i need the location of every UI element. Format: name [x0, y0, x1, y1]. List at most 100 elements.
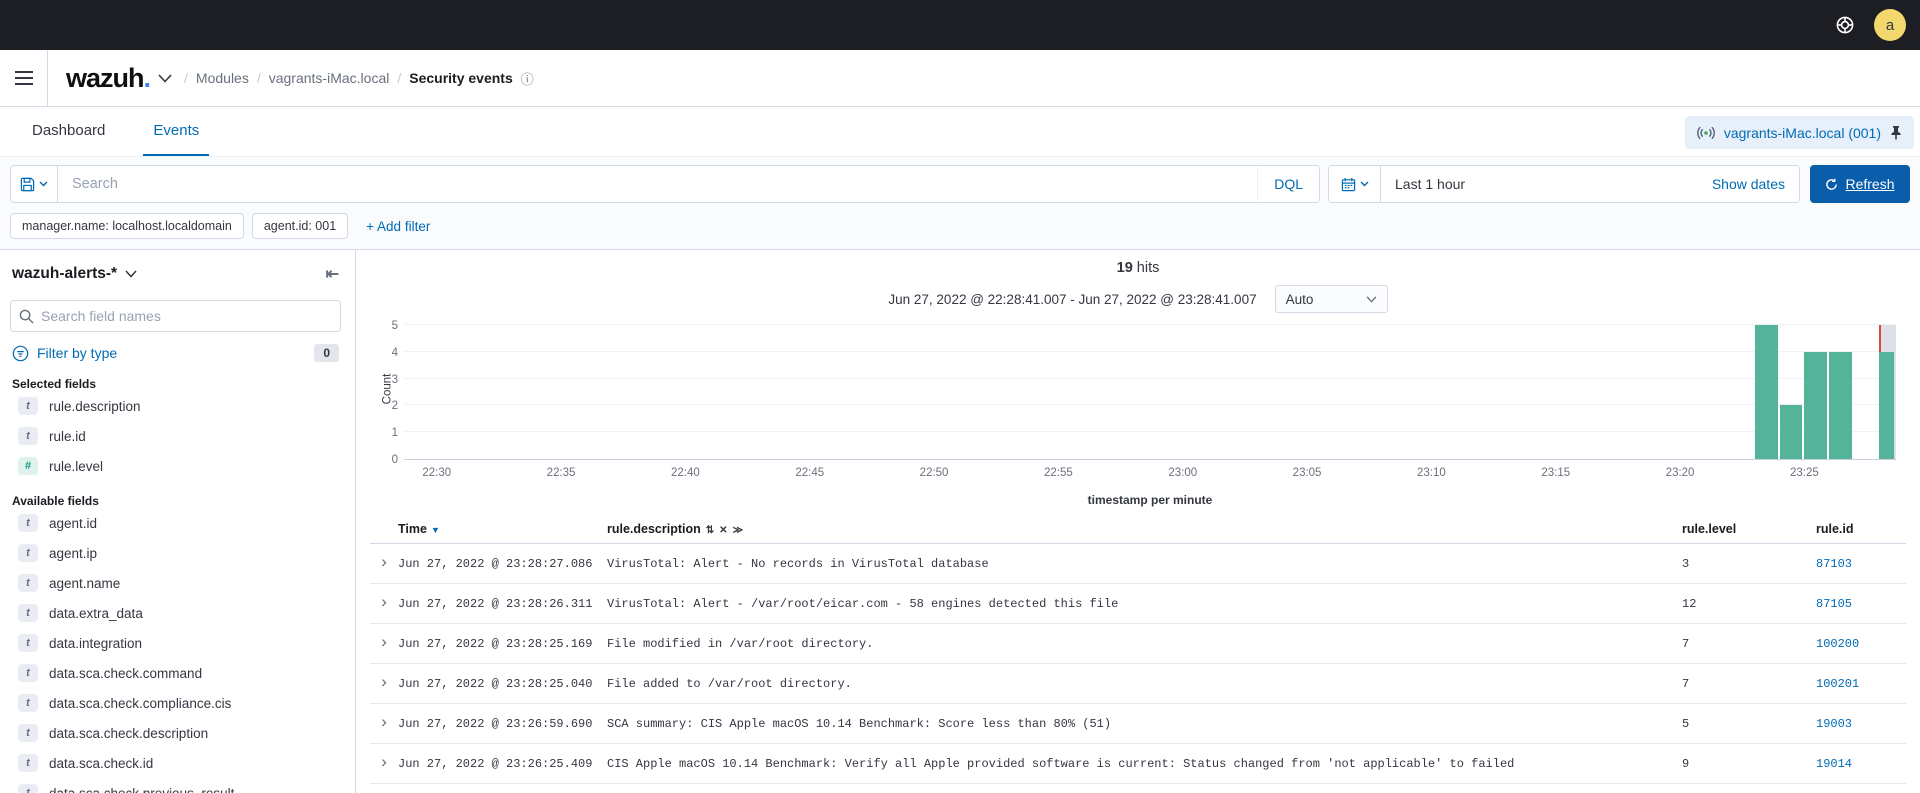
show-dates-button[interactable]: Show dates [1712, 176, 1799, 192]
cell-rule-id-link[interactable]: 19003 [1816, 717, 1852, 731]
events-table: Time ▼ rule.description ⇅ ✕ ≫ rule.level rul… [370, 517, 1906, 784]
cell-rule-id-link[interactable]: 87103 [1816, 557, 1852, 571]
avatar[interactable]: a [1874, 9, 1906, 41]
chevron-down-icon [39, 181, 48, 187]
gridline [404, 431, 1896, 433]
selected-fields-label: Selected fields [12, 377, 97, 391]
field-search-input[interactable] [41, 308, 332, 324]
field-item-rule.description[interactable]: t rule.description [10, 391, 341, 421]
column-header-time[interactable]: Time ▼ [398, 522, 607, 536]
expand-row-icon[interactable]: › [379, 594, 389, 613]
y-axis-tick-label: 4 [391, 346, 398, 359]
calendar-icon [1341, 177, 1355, 191]
x-axis-tick-label: 22:40 [671, 467, 700, 479]
results-main: 19 hits Jun 27, 2022 @ 22:28:41.007 - Ju… [356, 250, 1920, 793]
table-row: › Jun 27, 2022 @ 23:28:25.040 File added t… [370, 664, 1906, 704]
field-item-data.sca.check.description[interactable]: t data.sca.check.description [10, 718, 341, 748]
histogram-bar[interactable] [1779, 405, 1803, 459]
field-item-data.sca.check.command[interactable]: t data.sca.check.command [10, 658, 341, 688]
chevron-down-icon [1360, 181, 1368, 187]
filter-pill[interactable]: agent.id: 001 [251, 213, 349, 239]
cell-rule-level: 12 [1682, 596, 1697, 611]
histogram-bar[interactable] [1754, 325, 1778, 459]
breadcrumb: / Modules / vagrants-iMac.local / Security ev… [184, 69, 534, 88]
field-search-box [10, 300, 341, 332]
field-name: rule.level [49, 458, 104, 474]
expand-row-icon[interactable]: › [379, 554, 389, 573]
filter-by-type[interactable]: Filter by type 0 [10, 342, 341, 364]
breadcrumb-item[interactable]: vagrants-iMac.local [269, 70, 390, 86]
field-item-data.sca.check.previous_result[interactable]: t data.sca.check.previous_result [10, 778, 341, 793]
gridline [404, 350, 1896, 352]
table-row: › Jun 27, 2022 @ 23:28:26.311 VirusTotal: … [370, 584, 1906, 624]
refresh-button[interactable]: Refresh [1810, 165, 1910, 203]
collapse-sidebar-icon[interactable]: ⇤ [326, 264, 339, 284]
field-item-rule.level[interactable]: # rule.level [10, 451, 341, 481]
cell-rule-level: 7 [1682, 636, 1690, 651]
histogram-bar[interactable] [1879, 351, 1894, 459]
date-quick-menu-button[interactable] [1329, 166, 1381, 202]
interval-select[interactable]: Auto [1274, 285, 1388, 313]
field-item-agent.id[interactable]: t agent.id [10, 508, 341, 538]
agent-selector-badge[interactable]: vagrants-iMac.local (001) [1684, 116, 1914, 149]
field-name: data.sca.check.previous_result [49, 785, 235, 793]
field-item-data.sca.check.id[interactable]: t data.sca.check.id [10, 748, 341, 778]
date-picker: Last 1 hour Show dates [1328, 165, 1800, 203]
cell-time: Jun 27, 2022 @ 23:28:26.311 [398, 596, 593, 611]
y-axis-tick-label: 3 [391, 373, 398, 386]
x-axis-tick-label: 22:35 [546, 467, 576, 479]
column-header-rule-id[interactable]: rule.id [1816, 522, 1906, 536]
expand-row-icon[interactable]: › [379, 754, 389, 773]
cell-rule-description: File added to /var/root directory. [607, 676, 852, 691]
histogram-plot[interactable]: 0 1 2 3 4 5 [392, 320, 1896, 466]
wazuh-logo[interactable]: wazuh. [48, 63, 180, 94]
search-input[interactable] [58, 176, 1258, 192]
cell-time: Jun 27, 2022 @ 23:28:25.040 [398, 676, 593, 691]
time-range-value[interactable]: Last 1 hour [1381, 176, 1712, 192]
chevron-down-icon[interactable] [125, 270, 137, 278]
field-name: data.sca.check.description [49, 725, 209, 741]
field-type-badge: # [18, 457, 38, 475]
field-item-data.integration[interactable]: t data.integration [10, 628, 341, 658]
field-type-badge: t [18, 724, 38, 742]
index-pattern-name[interactable]: wazuh-alerts-* [12, 265, 117, 283]
histogram-bar[interactable] [1804, 351, 1828, 459]
expand-row-icon[interactable]: › [379, 634, 389, 653]
field-item-agent.name[interactable]: t agent.name [10, 568, 341, 598]
column-header-rule-description[interactable]: rule.description ⇅ ✕ ≫ [607, 522, 1682, 536]
x-axis-title: timestamp per minute [1087, 493, 1213, 507]
cell-rule-id-link[interactable]: 100200 [1816, 637, 1859, 651]
tab-dashboard[interactable]: Dashboard [22, 107, 115, 156]
breadcrumb-item[interactable]: Modules [196, 70, 249, 86]
expand-row-icon[interactable]: › [379, 674, 389, 693]
sort-desc-icon[interactable]: ▼ [431, 525, 440, 535]
cell-rule-id-link[interactable]: 19014 [1816, 757, 1852, 771]
field-item-agent.ip[interactable]: t agent.ip [10, 538, 341, 568]
cell-rule-description: File modified in /var/root directory. [607, 636, 874, 651]
filter-pill[interactable]: manager.name: localhost.localdomain [10, 213, 244, 239]
menu-hamburger-icon[interactable] [0, 50, 48, 106]
column-header-rule-level[interactable]: rule.level [1682, 522, 1816, 536]
tab-events[interactable]: Events [143, 107, 210, 156]
query-bar: DQL [58, 165, 1320, 203]
agent-badge-label: vagrants-iMac.local (001) [1723, 124, 1881, 141]
info-icon[interactable]: ⓘ [521, 69, 534, 88]
add-filter-button[interactable]: + Add filter [366, 219, 430, 234]
field-item-data.sca.check.compliance.cis[interactable]: t data.sca.check.compliance.cis [10, 688, 341, 718]
cell-rule-id-link[interactable]: 87105 [1816, 597, 1852, 611]
expand-row-icon[interactable]: › [379, 714, 389, 733]
help-buoy-icon[interactable] [1834, 14, 1856, 36]
pin-icon[interactable] [1890, 125, 1902, 140]
field-name: data.integration [49, 635, 143, 651]
broadcast-icon [1696, 126, 1715, 139]
query-language-button[interactable]: DQL [1257, 166, 1319, 202]
table-header-row: Time ▼ rule.description ⇅ ✕ ≫ rule.level rul… [370, 517, 1906, 544]
field-item-data.extra_data[interactable]: t data.extra_data [10, 598, 341, 628]
x-axis-tick-label: 22:55 [1044, 467, 1073, 479]
x-axis-tick-label: 23:00 [1168, 467, 1198, 479]
filter-by-type-label: Filter by type [37, 345, 118, 361]
histogram-bar[interactable] [1829, 351, 1853, 459]
saved-query-menu-button[interactable] [10, 165, 58, 203]
field-item-rule.id[interactable]: t rule.id [10, 421, 341, 451]
cell-rule-id-link[interactable]: 100201 [1816, 677, 1859, 691]
